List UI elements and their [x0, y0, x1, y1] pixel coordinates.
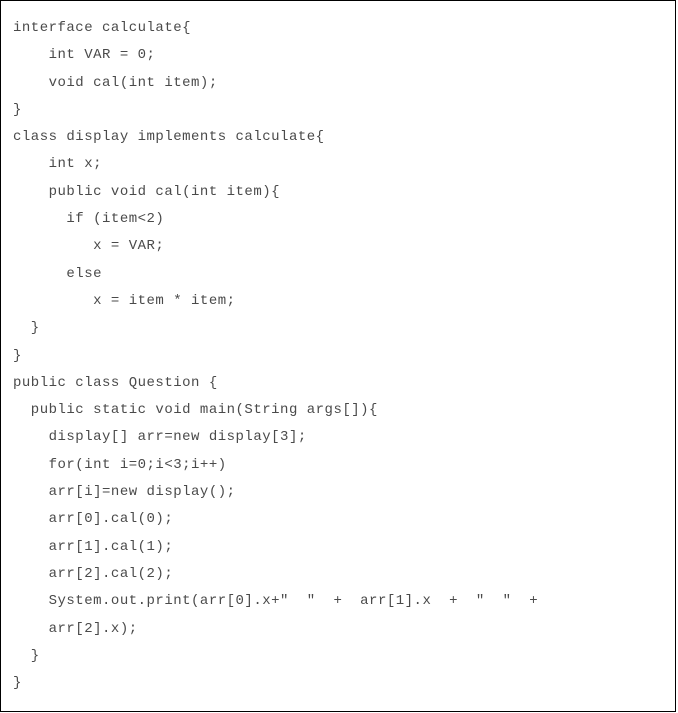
code-line: display[] arr=new display[3]; — [13, 424, 663, 451]
code-line: int x; — [13, 151, 663, 178]
code-line: x = item * item; — [13, 288, 663, 315]
code-line: if (item<2) — [13, 206, 663, 233]
code-line: public class Question { — [13, 370, 663, 397]
code-block: interface calculate{ int VAR = 0; void c… — [0, 0, 676, 712]
code-line: x = VAR; — [13, 233, 663, 260]
code-line: } — [13, 315, 663, 342]
code-line: class display implements calculate{ — [13, 124, 663, 151]
code-line: interface calculate{ — [13, 15, 663, 42]
code-line: System.out.print(arr[0].x+" " + arr[1].x… — [13, 588, 663, 615]
code-line: int VAR = 0; — [13, 42, 663, 69]
code-line: arr[i]=new display(); — [13, 479, 663, 506]
code-line: arr[2].x); — [13, 616, 663, 643]
code-line: } — [13, 343, 663, 370]
code-line: public static void main(String args[]){ — [13, 397, 663, 424]
code-line: void cal(int item); — [13, 70, 663, 97]
code-line: else — [13, 261, 663, 288]
code-line: public void cal(int item){ — [13, 179, 663, 206]
code-line: arr[0].cal(0); — [13, 506, 663, 533]
code-line: arr[1].cal(1); — [13, 534, 663, 561]
code-line: } — [13, 670, 663, 697]
code-line: } — [13, 643, 663, 670]
code-line: } — [13, 97, 663, 124]
code-line: arr[2].cal(2); — [13, 561, 663, 588]
code-line: for(int i=0;i<3;i++) — [13, 452, 663, 479]
